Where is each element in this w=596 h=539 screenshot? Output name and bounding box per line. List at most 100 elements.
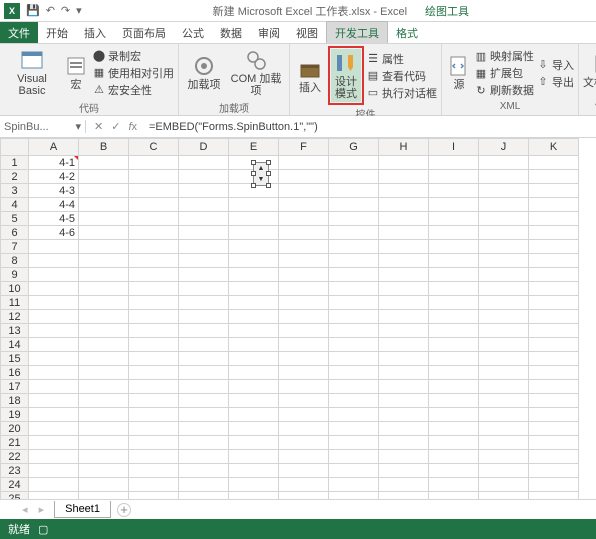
col-header[interactable]: E	[229, 139, 279, 156]
cell[interactable]	[529, 170, 579, 184]
cell[interactable]	[29, 268, 79, 282]
cell[interactable]	[29, 380, 79, 394]
cell[interactable]	[179, 212, 229, 226]
cell[interactable]	[529, 282, 579, 296]
cell[interactable]	[529, 338, 579, 352]
formula-input[interactable]: =EMBED("Forms.SpinButton.1","")	[145, 121, 596, 133]
cell[interactable]	[229, 268, 279, 282]
cell[interactable]	[179, 156, 229, 170]
cell[interactable]	[29, 478, 79, 492]
cell[interactable]	[179, 352, 229, 366]
cell[interactable]	[479, 184, 529, 198]
cell[interactable]	[479, 198, 529, 212]
cell[interactable]	[429, 184, 479, 198]
cell[interactable]	[29, 492, 79, 500]
row-header[interactable]: 5	[1, 212, 29, 226]
cell[interactable]	[179, 254, 229, 268]
refresh-data-button[interactable]: ↻刷新数据	[474, 82, 534, 98]
cell[interactable]	[329, 492, 379, 500]
cell[interactable]	[479, 352, 529, 366]
cell[interactable]	[379, 226, 429, 240]
cell[interactable]	[329, 184, 379, 198]
tab-format[interactable]: 格式	[388, 22, 426, 43]
cell[interactable]	[479, 226, 529, 240]
cell[interactable]	[279, 184, 329, 198]
cell[interactable]	[179, 436, 229, 450]
cell[interactable]	[179, 226, 229, 240]
cell[interactable]	[179, 170, 229, 184]
col-header[interactable]: H	[379, 139, 429, 156]
cell[interactable]	[379, 408, 429, 422]
cell[interactable]	[229, 478, 279, 492]
cell[interactable]	[329, 324, 379, 338]
cell[interactable]	[479, 408, 529, 422]
cell[interactable]	[279, 450, 329, 464]
cell[interactable]	[379, 212, 429, 226]
cell[interactable]	[479, 282, 529, 296]
cell[interactable]	[429, 464, 479, 478]
cell[interactable]	[79, 282, 129, 296]
import-button[interactable]: ⇩导入	[536, 57, 574, 73]
cell[interactable]	[479, 478, 529, 492]
cell[interactable]	[129, 268, 179, 282]
cell[interactable]	[229, 422, 279, 436]
col-header[interactable]: B	[79, 139, 129, 156]
cell[interactable]	[79, 408, 129, 422]
cell[interactable]	[179, 338, 229, 352]
cell[interactable]	[329, 282, 379, 296]
macros-button[interactable]: 宏	[62, 52, 90, 93]
cell[interactable]	[179, 310, 229, 324]
cell[interactable]	[329, 296, 379, 310]
record-macro-button[interactable]: ⬤录制宏	[92, 48, 174, 64]
cell[interactable]	[279, 240, 329, 254]
cell[interactable]	[379, 282, 429, 296]
cell[interactable]	[429, 198, 479, 212]
col-header[interactable]: A	[29, 139, 79, 156]
cell[interactable]	[129, 156, 179, 170]
cell[interactable]	[479, 450, 529, 464]
cell[interactable]	[129, 394, 179, 408]
cell[interactable]	[29, 394, 79, 408]
cell[interactable]	[79, 366, 129, 380]
cell[interactable]	[179, 296, 229, 310]
design-mode-button[interactable]: 设计模式	[331, 49, 361, 102]
cell[interactable]	[29, 436, 79, 450]
use-relative-references-button[interactable]: ▦使用相对引用	[92, 65, 174, 81]
cell[interactable]	[129, 198, 179, 212]
cell[interactable]	[179, 324, 229, 338]
cell[interactable]	[129, 282, 179, 296]
cell[interactable]	[179, 184, 229, 198]
cell[interactable]	[329, 394, 379, 408]
cell[interactable]	[429, 254, 479, 268]
cell[interactable]	[529, 324, 579, 338]
sheet-tab[interactable]: Sheet1	[54, 501, 111, 518]
col-header[interactable]: J	[479, 139, 529, 156]
expansion-packs-button[interactable]: ▦扩展包	[474, 65, 534, 81]
cell[interactable]	[379, 450, 429, 464]
cell[interactable]	[379, 478, 429, 492]
map-properties-button[interactable]: ▥映射属性	[474, 48, 534, 64]
cell[interactable]	[529, 492, 579, 500]
cell[interactable]	[379, 464, 429, 478]
row-header[interactable]: 16	[1, 366, 29, 380]
cell[interactable]	[129, 422, 179, 436]
cell[interactable]	[179, 198, 229, 212]
cell[interactable]	[79, 212, 129, 226]
row-header[interactable]: 21	[1, 436, 29, 450]
cell[interactable]	[529, 226, 579, 240]
cell[interactable]	[229, 366, 279, 380]
cell[interactable]	[529, 268, 579, 282]
qat-dropdown-icon[interactable]: ▾	[76, 4, 82, 17]
cell[interactable]	[279, 352, 329, 366]
cell[interactable]	[29, 324, 79, 338]
cell[interactable]	[129, 296, 179, 310]
cell[interactable]	[329, 478, 379, 492]
cell[interactable]	[129, 324, 179, 338]
cell[interactable]	[79, 310, 129, 324]
cell[interactable]	[429, 380, 479, 394]
row-header[interactable]: 22	[1, 450, 29, 464]
tab-developer[interactable]: 开发工具	[326, 21, 388, 43]
cell[interactable]: 4-6	[29, 226, 79, 240]
cell[interactable]	[179, 492, 229, 500]
cell[interactable]	[129, 366, 179, 380]
